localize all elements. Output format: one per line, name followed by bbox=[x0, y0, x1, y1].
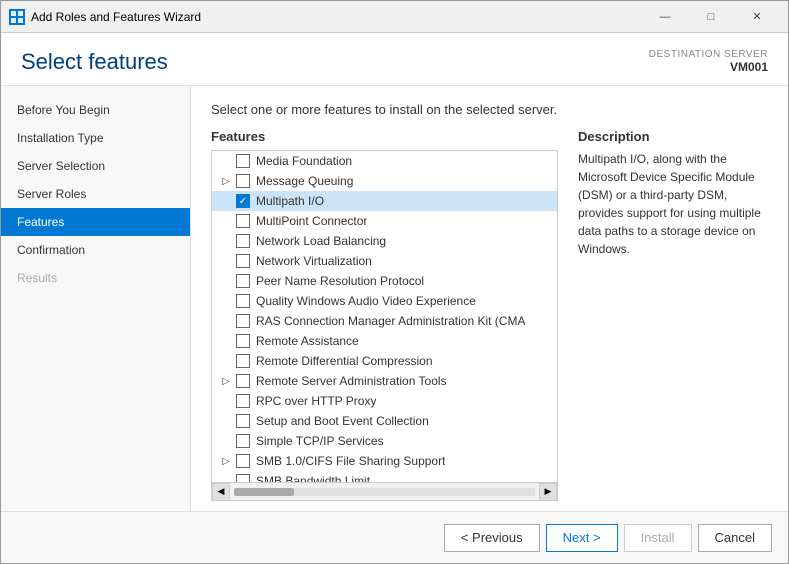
feature-item[interactable]: Network Virtualization bbox=[212, 251, 557, 271]
next-button[interactable]: Next > bbox=[546, 524, 618, 552]
description-text: Multipath I/O, along with the Microsoft … bbox=[578, 150, 768, 258]
feature-item[interactable]: ▷ Remote Server Administration Tools bbox=[212, 371, 557, 391]
features-list-container: Media Foundation ▷ Message Queuing ✓ Multipa… bbox=[211, 150, 558, 501]
expand-arrow-icon: ▷ bbox=[222, 456, 236, 467]
feature-item[interactable]: MultiPoint Connector bbox=[212, 211, 557, 231]
server-name: VM001 bbox=[649, 60, 768, 74]
feature-label: Quality Windows Audio Video Experience bbox=[256, 294, 476, 308]
main-content: Select one or more features to install o… bbox=[191, 86, 788, 511]
sidebar-item-server-roles[interactable]: Server Roles bbox=[1, 180, 190, 208]
minimize-button[interactable]: — bbox=[642, 1, 688, 33]
feature-checkbox[interactable] bbox=[236, 334, 250, 348]
feature-label: Peer Name Resolution Protocol bbox=[256, 274, 424, 288]
destination-server-info: DESTINATION SERVER VM001 bbox=[649, 49, 768, 74]
feature-label: Simple TCP/IP Services bbox=[256, 434, 384, 448]
feature-checkbox[interactable] bbox=[236, 414, 250, 428]
instruction-text: Select one or more features to install o… bbox=[211, 102, 768, 117]
feature-item[interactable]: Media Foundation bbox=[212, 151, 557, 171]
feature-checkbox[interactable] bbox=[236, 214, 250, 228]
feature-item[interactable]: Quality Windows Audio Video Experience bbox=[212, 291, 557, 311]
features-list[interactable]: Media Foundation ▷ Message Queuing ✓ Multipa… bbox=[212, 151, 557, 482]
features-header: Features bbox=[211, 129, 558, 144]
scroll-right-arrow[interactable]: ▶ bbox=[539, 483, 557, 501]
feature-item[interactable]: ✓ Multipath I/O bbox=[212, 191, 557, 211]
expand-arrow-icon: ▷ bbox=[222, 176, 236, 187]
sidebar: Before You Begin Installation Type Serve… bbox=[1, 86, 191, 511]
window-controls: — □ ✕ bbox=[642, 1, 780, 33]
hscroll-thumb bbox=[234, 488, 294, 496]
maximize-button[interactable]: □ bbox=[688, 1, 734, 33]
feature-label: Setup and Boot Event Collection bbox=[256, 414, 429, 428]
feature-checkbox[interactable] bbox=[236, 354, 250, 368]
hscroll-track bbox=[234, 488, 535, 496]
main-window: Add Roles and Features Wizard — □ ✕ Sele… bbox=[0, 0, 789, 564]
feature-item[interactable]: Simple TCP/IP Services bbox=[212, 431, 557, 451]
install-button[interactable]: Install bbox=[624, 524, 692, 552]
feature-item[interactable]: Network Load Balancing bbox=[212, 231, 557, 251]
feature-checkbox[interactable] bbox=[236, 314, 250, 328]
feature-label: RPC over HTTP Proxy bbox=[256, 394, 376, 408]
app-icon bbox=[9, 9, 25, 25]
feature-label: RAS Connection Manager Administration Ki… bbox=[256, 314, 525, 328]
feature-item[interactable]: Setup and Boot Event Collection bbox=[212, 411, 557, 431]
feature-item[interactable]: Remote Assistance bbox=[212, 331, 557, 351]
features-desc-row: Features Media Foundation ▷ Message Queuin… bbox=[211, 129, 768, 501]
feature-label: Media Foundation bbox=[256, 154, 352, 168]
feature-item[interactable]: Peer Name Resolution Protocol bbox=[212, 271, 557, 291]
feature-checkbox[interactable] bbox=[236, 174, 250, 188]
titlebar: Add Roles and Features Wizard — □ ✕ bbox=[1, 1, 788, 33]
sidebar-item-features[interactable]: Features bbox=[1, 208, 190, 236]
content-area: Select features DESTINATION SERVER VM001… bbox=[1, 33, 788, 563]
feature-label: SMB 1.0/CIFS File Sharing Support bbox=[256, 454, 445, 468]
feature-checkbox[interactable]: ✓ bbox=[236, 194, 250, 208]
feature-checkbox[interactable] bbox=[236, 454, 250, 468]
sidebar-item-before-you-begin[interactable]: Before You Begin bbox=[1, 96, 190, 124]
feature-label: Network Load Balancing bbox=[256, 234, 386, 248]
page-title: Select features bbox=[21, 49, 168, 75]
feature-item[interactable]: ▷ Message Queuing bbox=[212, 171, 557, 191]
feature-checkbox[interactable] bbox=[236, 254, 250, 268]
feature-item[interactable]: ▷ SMB 1.0/CIFS File Sharing Support bbox=[212, 451, 557, 471]
sidebar-item-server-selection[interactable]: Server Selection bbox=[1, 152, 190, 180]
features-panel: Features Media Foundation ▷ Message Queuin… bbox=[211, 129, 558, 501]
scroll-left-arrow[interactable]: ◀ bbox=[212, 483, 230, 501]
main-body: Before You Begin Installation Type Serve… bbox=[1, 86, 788, 511]
window-title: Add Roles and Features Wizard bbox=[31, 10, 642, 24]
feature-checkbox[interactable] bbox=[236, 274, 250, 288]
sidebar-item-confirmation[interactable]: Confirmation bbox=[1, 236, 190, 264]
feature-item[interactable]: SMB Bandwidth Limit bbox=[212, 471, 557, 482]
feature-item[interactable]: Remote Differential Compression bbox=[212, 351, 557, 371]
feature-checkbox[interactable] bbox=[236, 434, 250, 448]
sidebar-item-results: Results bbox=[1, 264, 190, 292]
previous-button[interactable]: < Previous bbox=[444, 524, 540, 552]
feature-item[interactable]: RPC over HTTP Proxy bbox=[212, 391, 557, 411]
destination-label: DESTINATION SERVER bbox=[649, 49, 768, 60]
footer: < Previous Next > Install Cancel bbox=[1, 511, 788, 563]
feature-checkbox[interactable] bbox=[236, 294, 250, 308]
feature-checkbox[interactable] bbox=[236, 154, 250, 168]
feature-label: Remote Differential Compression bbox=[256, 354, 433, 368]
feature-checkbox[interactable] bbox=[236, 474, 250, 482]
feature-checkbox[interactable] bbox=[236, 394, 250, 408]
expand-arrow-icon: ▷ bbox=[222, 376, 236, 387]
feature-checkbox[interactable] bbox=[236, 234, 250, 248]
cancel-button[interactable]: Cancel bbox=[698, 524, 772, 552]
feature-label: Network Virtualization bbox=[256, 254, 372, 268]
feature-label: MultiPoint Connector bbox=[256, 214, 367, 228]
horizontal-scrollbar[interactable]: ◀ ▶ bbox=[212, 482, 557, 500]
feature-item[interactable]: RAS Connection Manager Administration Ki… bbox=[212, 311, 557, 331]
sidebar-item-installation-type[interactable]: Installation Type bbox=[1, 124, 190, 152]
close-button[interactable]: ✕ bbox=[734, 1, 780, 33]
feature-label: Remote Assistance bbox=[256, 334, 359, 348]
description-panel: Description Multipath I/O, along with th… bbox=[578, 129, 768, 501]
feature-label: SMB Bandwidth Limit bbox=[256, 474, 370, 482]
feature-label: Message Queuing bbox=[256, 174, 353, 188]
header-bar: Select features DESTINATION SERVER VM001 bbox=[1, 33, 788, 86]
feature-label: Multipath I/O bbox=[256, 194, 324, 208]
feature-label: Remote Server Administration Tools bbox=[256, 374, 447, 388]
description-header: Description bbox=[578, 129, 768, 144]
feature-checkbox[interactable] bbox=[236, 374, 250, 388]
